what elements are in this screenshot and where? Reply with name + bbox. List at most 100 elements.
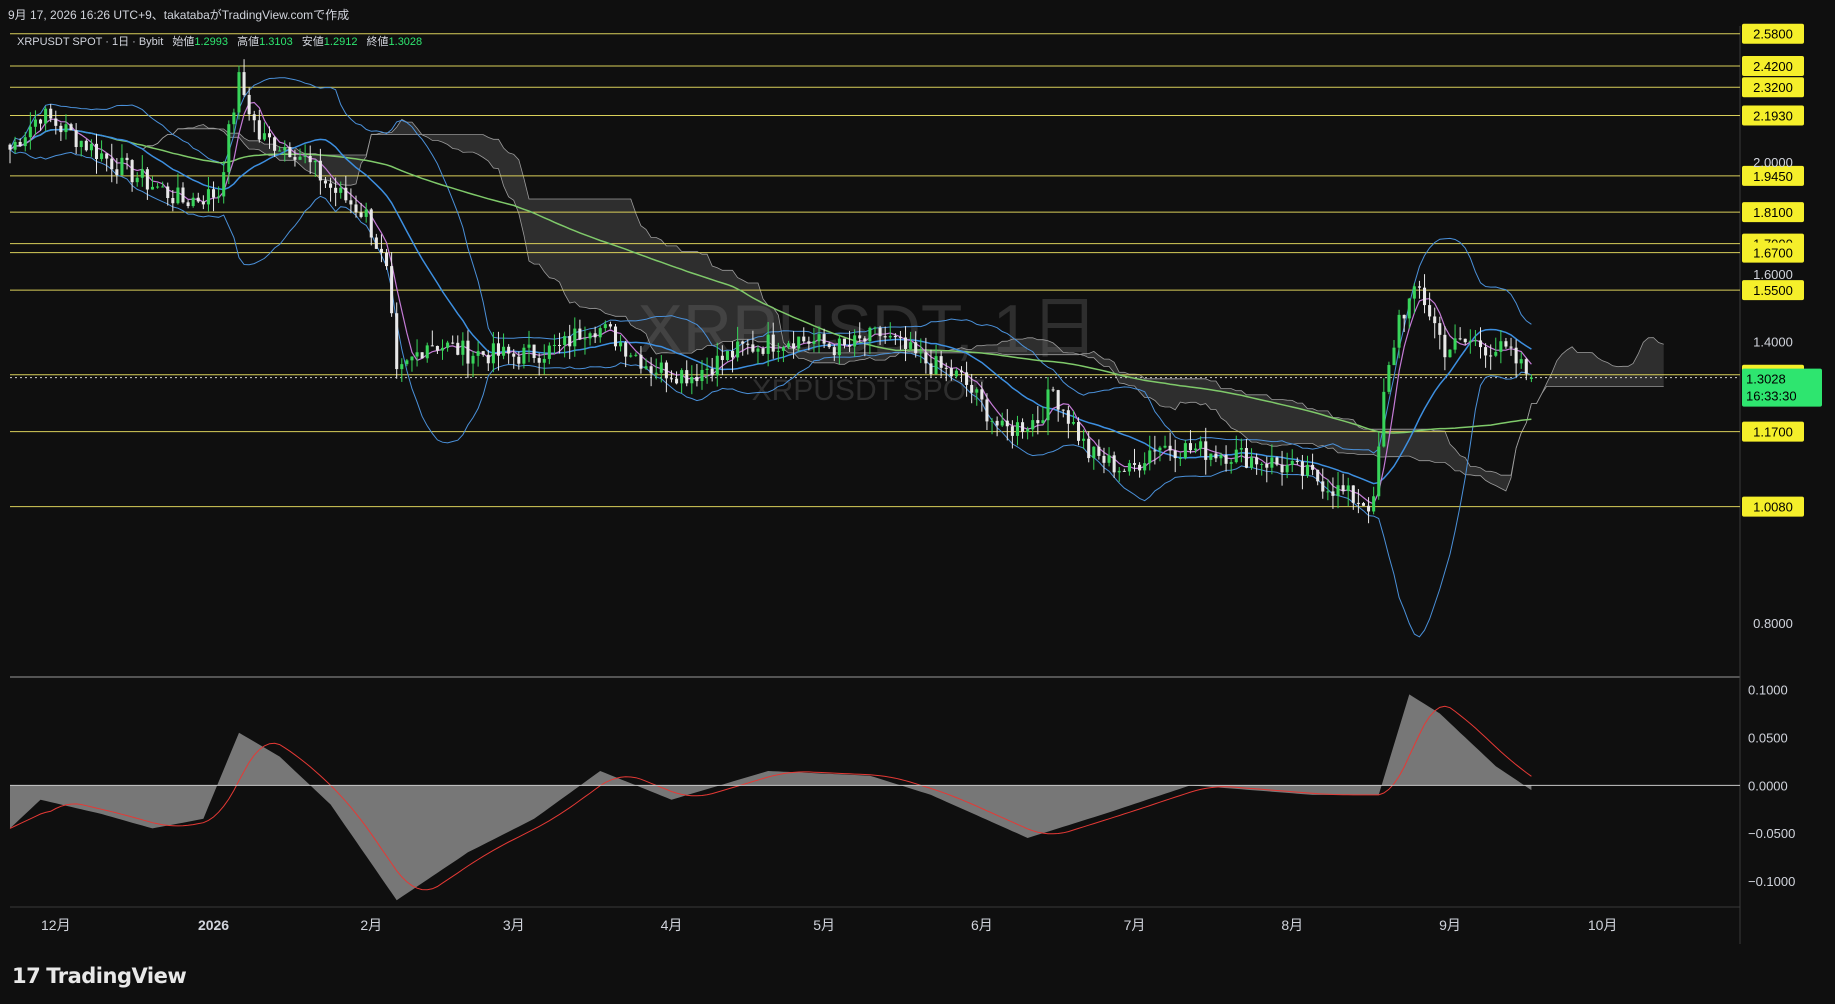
candle-body xyxy=(334,187,338,193)
candle-body xyxy=(1051,389,1055,391)
candle-body xyxy=(39,119,43,124)
candle-body xyxy=(1138,464,1142,471)
candle-body xyxy=(471,355,475,364)
candle-body xyxy=(1494,351,1498,356)
price-tick-label: 1.6000 xyxy=(1753,267,1793,282)
candle-body xyxy=(69,124,73,131)
candle-body xyxy=(8,144,12,150)
level-label: 1.8100 xyxy=(1753,205,1793,220)
candle-body xyxy=(196,197,200,202)
candle-body xyxy=(736,341,740,358)
candle-body xyxy=(1077,422,1081,441)
candle-body xyxy=(461,340,465,355)
legend-open-label: 始値 xyxy=(172,34,194,48)
time-tick-label: 9月 xyxy=(1439,917,1461,933)
candle-body xyxy=(970,384,974,393)
candle-body xyxy=(812,341,816,344)
candle-body xyxy=(435,345,439,351)
candle-body xyxy=(756,348,760,352)
candle-body xyxy=(440,347,445,351)
time-tick-label: 3月 xyxy=(503,917,525,933)
candle-body xyxy=(1423,287,1427,306)
time-tick-label: 4月 xyxy=(661,917,683,933)
candle-body xyxy=(848,344,852,347)
candle-body xyxy=(1473,340,1477,342)
candle-body xyxy=(33,119,37,127)
candle-body xyxy=(792,343,796,349)
price-chart[interactable]: XRPUSDT, 1日 XRPUSDT SPOT 2.58002.42002.3… xyxy=(0,0,1835,1004)
candle-body xyxy=(156,186,160,188)
footer: 17 TradingView xyxy=(0,952,1835,1004)
candle-body xyxy=(507,346,511,354)
candle xyxy=(1448,349,1452,358)
candle-body xyxy=(578,328,582,340)
candle-body xyxy=(1204,441,1208,460)
candle-body xyxy=(1082,438,1086,441)
candle-body xyxy=(89,143,93,151)
macd-pane xyxy=(9,694,1740,901)
candle-body xyxy=(1270,457,1274,468)
candle-body xyxy=(1255,457,1259,465)
candle-body xyxy=(130,160,134,183)
candle-body xyxy=(654,372,658,374)
candle-body xyxy=(267,133,272,138)
candle-body xyxy=(390,266,394,314)
macd-tick-label: 0.0500 xyxy=(1748,730,1788,745)
candle-body xyxy=(1367,505,1371,512)
candle-body xyxy=(639,354,643,369)
candle xyxy=(725,350,729,362)
candle-body xyxy=(1148,450,1152,464)
candle-body xyxy=(344,187,348,201)
tradingview-logo[interactable]: 17 TradingView xyxy=(12,964,187,988)
candle-body xyxy=(568,336,572,347)
candle-body xyxy=(405,360,409,365)
candle-body xyxy=(23,137,27,147)
candle-body xyxy=(613,326,618,347)
candle xyxy=(395,302,399,379)
candle-body xyxy=(598,328,602,338)
candle-body xyxy=(1448,349,1452,358)
candle-body xyxy=(532,344,536,359)
candle-body xyxy=(1484,347,1488,356)
candle-body xyxy=(766,334,770,354)
candle-body xyxy=(105,153,109,159)
candle xyxy=(420,352,424,359)
candle-body xyxy=(237,72,241,113)
candle-body xyxy=(1183,443,1187,458)
candle-body xyxy=(191,197,195,207)
candle-body xyxy=(1290,460,1294,466)
candle-body xyxy=(573,328,577,347)
candle-body xyxy=(1234,449,1238,463)
candle-body xyxy=(959,370,964,373)
candle-body xyxy=(181,187,185,203)
candle-body xyxy=(797,336,801,349)
candle-body xyxy=(817,334,821,342)
candle-body xyxy=(781,347,785,351)
candle-body xyxy=(842,338,846,345)
candle-body xyxy=(1499,341,1503,352)
candle-body xyxy=(1178,457,1182,459)
macd-histogram xyxy=(10,694,1532,901)
candle-body xyxy=(395,313,399,370)
candle-body xyxy=(1326,491,1330,493)
candle-body xyxy=(741,341,745,344)
candle-body xyxy=(491,343,495,364)
candle-body xyxy=(74,130,78,148)
candle-body xyxy=(1239,448,1243,450)
candle-body xyxy=(318,160,322,181)
candle-body xyxy=(410,356,414,361)
candle-body xyxy=(664,362,668,379)
level-label: 1.6700 xyxy=(1753,246,1793,261)
candle xyxy=(237,65,241,120)
time-tick-label: 7月 xyxy=(1124,917,1146,933)
candle-body xyxy=(232,112,236,125)
candle-body xyxy=(1514,347,1518,364)
footer-brand: TradingView xyxy=(46,964,187,988)
candle-body xyxy=(746,343,750,345)
candle-body xyxy=(1463,338,1467,343)
candle-body xyxy=(608,324,612,327)
candle-body xyxy=(995,420,999,426)
candle-body xyxy=(451,342,455,344)
candle-body xyxy=(1443,334,1447,358)
candle-body xyxy=(1316,469,1320,482)
